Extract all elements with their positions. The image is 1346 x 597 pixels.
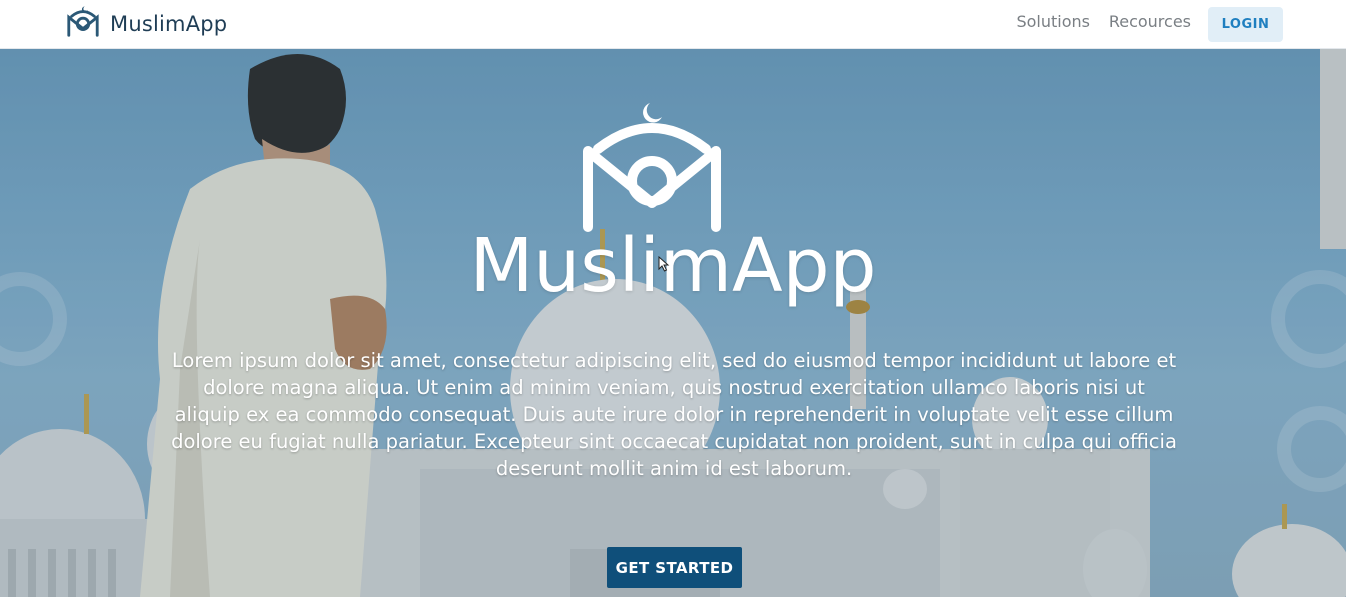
brand-name: MuslimApp: [110, 12, 228, 36]
muslimapp-logo-icon: [64, 4, 102, 44]
nav-link-resources[interactable]: Recources: [1109, 12, 1191, 31]
hero-section: MuslimApp Lorem ipsum dolor sit amet, co…: [0, 49, 1346, 597]
login-button[interactable]: LOGIN: [1208, 7, 1283, 42]
nav-link-solutions[interactable]: Solutions: [1016, 12, 1090, 31]
hero-description: Lorem ipsum dolor sit amet, consectetur …: [171, 349, 1177, 480]
hero-title: MuslimApp: [469, 223, 877, 309]
mouse-cursor-icon: [658, 256, 670, 272]
muslimapp-logo-icon: [578, 99, 726, 239]
get-started-button[interactable]: GET STARTED: [607, 547, 742, 588]
top-navbar: MuslimApp Solutions Recources LOGIN: [0, 0, 1346, 49]
brand[interactable]: MuslimApp: [64, 4, 227, 44]
